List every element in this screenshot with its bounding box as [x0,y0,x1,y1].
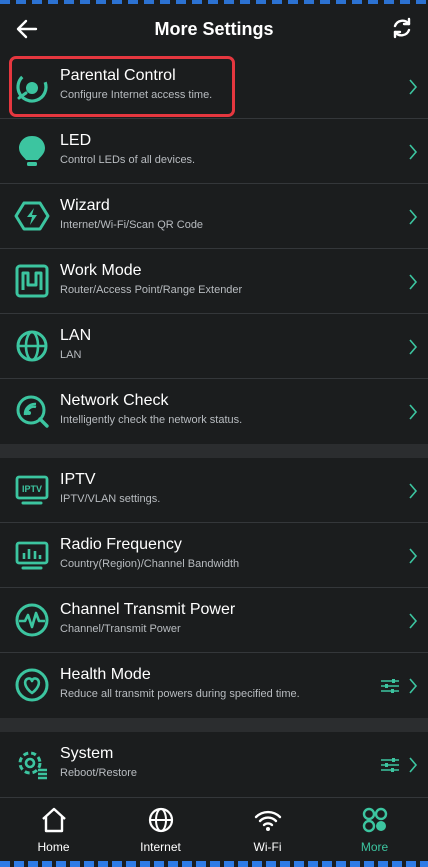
menu-item-network-check[interactable]: Network Check Intelligently check the ne… [0,379,428,444]
menu-item-title: Channel Transmit Power [60,601,236,618]
menu-item-texts: Wizard Internet/Wi-Fi/Scan QR Code [60,197,378,231]
wizard-bolt-icon [14,201,50,231]
iptv-icon-text: IPTV [22,484,42,494]
menu-item-title: LAN [60,327,92,344]
tab-label: More [360,840,389,854]
chevron-right-icon [409,404,418,420]
bulb-icon [19,136,45,166]
chevron-right-icon [409,613,418,629]
menu-item-led[interactable]: LED Control LEDs of all devices. [0,119,428,184]
menu-item-subtitle: Country(Region)/Channel Bandwidth [60,558,240,570]
menu-item-subtitle: Reboot/Restore [60,767,138,779]
tab-wifi[interactable]: Wi-Fi [214,798,321,859]
menu-item-title: LED [60,132,92,149]
system-gear-icon [18,751,47,780]
settings-group-2: IPTV IPTV IPTV/VLAN settings. Radio Freq… [0,458,428,718]
chevron-right-icon [409,548,418,564]
home-icon [41,807,66,833]
page-title: More Settings [154,18,274,39]
health-heart-icon [15,668,49,702]
tab-internet[interactable]: Internet [107,798,214,859]
chevron-right-icon [409,483,418,499]
tab-label: Wi-Fi [253,840,282,854]
menu-item-title: Work Mode [60,262,142,279]
sliders-icon[interactable] [380,757,400,773]
menu-item-texts: Network Check Intelligently check the ne… [60,392,378,426]
menu-item-subtitle: Channel/Transmit Power [60,623,181,635]
work-mode-icon [15,264,49,298]
menu-item-subtitle: LAN [60,349,82,361]
iptv-icon: IPTV [15,475,49,505]
tab-more[interactable]: More [321,798,428,859]
chevron-right-icon [409,209,418,225]
menu-item-title: Health Mode [60,666,151,683]
menu-item-texts: Health Mode Reduce all transmit powers d… [60,666,378,700]
menu-item-subtitle: Internet/Wi-Fi/Scan QR Code [60,219,204,231]
radio-frequency-icon [15,541,49,570]
menu-item-iptv[interactable]: IPTV IPTV IPTV/VLAN settings. [0,458,428,523]
bottom-strip [0,861,428,867]
header: More Settings [0,4,428,54]
menu-item-health-mode[interactable]: Health Mode Reduce all transmit powers d… [0,653,428,718]
globe-icon [16,330,48,362]
tab-home[interactable]: Home [0,798,107,859]
chevron-right-icon [409,144,418,160]
menu-item-title: System [60,745,114,762]
wifi-icon [254,810,281,831]
menu-item-title: Radio Frequency [60,536,182,553]
menu-item-texts: Work Mode Router/Access Point/Range Exte… [60,262,378,296]
menu-item-channel-transmit-power[interactable]: Channel Transmit Power Channel/Transmit … [0,588,428,653]
menu-item-texts: IPTV IPTV/VLAN settings. [60,471,378,505]
highlight-box [9,56,235,117]
transmit-power-icon [15,603,49,637]
menu-item-wizard[interactable]: Wizard Internet/Wi-Fi/Scan QR Code [0,184,428,249]
tab-label: Internet [140,840,181,854]
refresh-icon[interactable] [390,16,414,40]
menu-item-work-mode[interactable]: Work Mode Router/Access Point/Range Exte… [0,249,428,314]
menu-item-subtitle: Reduce all transmit powers during specif… [60,688,300,700]
chevron-right-icon [409,274,418,290]
settings-list: Parental Control Configure Internet acce… [0,54,428,797]
menu-item-title: Network Check [60,392,169,409]
menu-item-texts: Channel Transmit Power Channel/Transmit … [60,601,378,635]
arrow-left-icon[interactable] [14,16,40,42]
chevron-right-icon [409,79,418,95]
bottom-tab-bar: Home Internet Wi-Fi More [0,797,428,859]
menu-item-parental-control[interactable]: Parental Control Configure Internet acce… [0,54,428,119]
group-separator [0,718,428,732]
tab-label: Home [37,840,70,854]
network-check-icon [16,395,49,428]
group-separator [0,444,428,458]
menu-item-texts: LAN LAN [60,327,378,361]
menu-item-subtitle: Intelligently check the network status. [60,414,243,426]
globe-icon [148,807,173,833]
menu-item-lan[interactable]: LAN LAN [0,314,428,379]
menu-item-subtitle: Control LEDs of all devices. [60,154,196,166]
menu-item-title: IPTV [60,471,96,488]
menu-item-subtitle: Router/Access Point/Range Extender [60,284,243,296]
settings-group-3: System Reboot/Restore [0,732,428,797]
menu-item-title: Wizard [60,197,110,214]
menu-item-texts: LED Control LEDs of all devices. [60,132,378,166]
menu-item-system[interactable]: System Reboot/Restore [0,732,428,797]
chevron-right-icon [409,678,418,694]
sliders-icon[interactable] [380,678,400,694]
settings-group-1: Parental Control Configure Internet acce… [0,54,428,444]
chevron-right-icon [409,757,418,773]
menu-item-subtitle: IPTV/VLAN settings. [60,493,161,505]
menu-item-radio-frequency[interactable]: Radio Frequency Country(Region)/Channel … [0,523,428,588]
chevron-right-icon [409,339,418,355]
menu-item-texts: Radio Frequency Country(Region)/Channel … [60,536,378,570]
menu-item-texts: System Reboot/Restore [60,745,378,779]
more-icon [362,807,387,833]
